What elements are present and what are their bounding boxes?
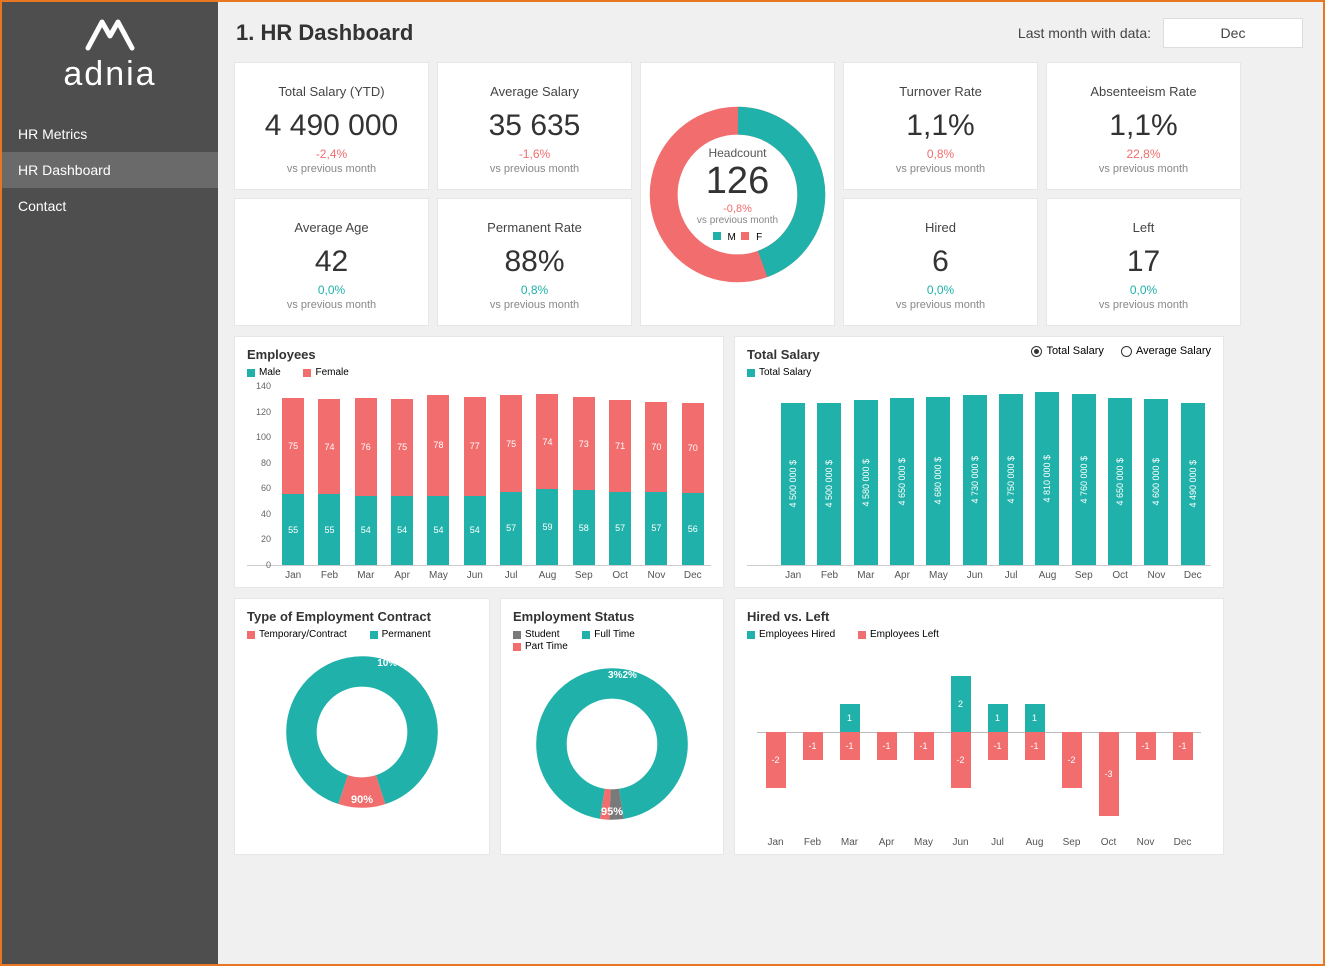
logo-icon	[80, 18, 140, 52]
hired-left-card: Hired vs. Left Employees Hired Employees…	[734, 598, 1224, 855]
hired-left-chart: -2-11-1-1-12-21-11-1-2-3-1-1 JanFebMarAp…	[747, 648, 1211, 848]
contract-legend: Temporary/Contract Permanent	[247, 630, 477, 642]
emp-status-card: Employment Status Student Full Time Part…	[500, 598, 724, 855]
salary-chart-card: Total Salary Total Salary Average Salary…	[734, 336, 1224, 588]
nav-list: HR MetricsHR DashboardContact	[2, 116, 218, 224]
employees-chart: 0204060801001201405575557454765475547854…	[247, 386, 711, 581]
kpi-avg-age: Average Age420,0%vs previous month	[234, 198, 429, 326]
app-frame: adnia HR MetricsHR DashboardContact 1. H…	[2, 2, 1323, 964]
salary-legend: Total Salary	[747, 368, 1211, 380]
employees-chart-title: Employees	[247, 347, 711, 362]
headcount-donut-card: Headcount 126 -0,8% vs previous month M …	[640, 62, 835, 326]
month-filter: Last month with data: Dec	[1018, 18, 1303, 48]
brand-logo: adnia	[2, 2, 218, 116]
brand-text: adnia	[2, 55, 218, 94]
emp-status-legend: Student Full Time Part Time	[513, 630, 711, 654]
hired-left-title: Hired vs. Left	[747, 609, 1211, 624]
kpi-absentee: Absenteeism Rate1,1%22,8%vs previous mon…	[1046, 62, 1241, 190]
kpi-hired: Hired60,0%vs previous month	[843, 198, 1038, 326]
kpi-avg-salary: Average Salary35 635-1,6%vs previous mon…	[437, 62, 632, 190]
radio-total-salary[interactable]: Total Salary	[1031, 345, 1103, 357]
radio-average-salary[interactable]: Average Salary	[1121, 345, 1211, 357]
salary-radio-group: Total Salary Average Salary	[1017, 345, 1211, 360]
contract-donut: 90% 10%	[282, 652, 442, 812]
salary-chart: 4 500 000 $4 500 000 $4 580 000 $4 650 0…	[747, 386, 1211, 581]
kpi-turnover: Turnover Rate1,1%0,8%vs previous month	[843, 62, 1038, 190]
sidebar-item-hr-metrics[interactable]: HR Metrics	[2, 116, 218, 152]
contract-type-card: Type of Employment Contract Temporary/Co…	[234, 598, 490, 855]
emp-status-donut: 95% 3%2%	[532, 664, 692, 824]
contract-type-title: Type of Employment Contract	[247, 609, 477, 624]
employees-legend: Male Female	[247, 368, 711, 380]
month-select[interactable]: Dec	[1163, 18, 1303, 48]
sidebar: adnia HR MetricsHR DashboardContact	[2, 2, 218, 964]
kpi-total-salary: Total Salary (YTD)4 490 000-2,4%vs previ…	[234, 62, 429, 190]
sidebar-item-hr-dashboard[interactable]: HR Dashboard	[2, 152, 218, 188]
kpi-perm-rate: Permanent Rate88%0,8%vs previous month	[437, 198, 632, 326]
month-filter-label: Last month with data:	[1018, 25, 1151, 41]
kpi-grid: Total Salary (YTD)4 490 000-2,4%vs previ…	[234, 62, 1305, 326]
employees-chart-card: Employees Male Female 020406080100120140…	[234, 336, 724, 588]
page-title: 1. HR Dashboard	[236, 20, 413, 46]
kpi-left: Left170,0%vs previous month	[1046, 198, 1241, 326]
emp-status-title: Employment Status	[513, 609, 711, 624]
hired-left-legend: Employees Hired Employees Left	[747, 630, 1211, 642]
page-header: 1. HR Dashboard Last month with data: De…	[234, 12, 1305, 62]
main-area: 1. HR Dashboard Last month with data: De…	[218, 2, 1323, 964]
sidebar-item-contact[interactable]: Contact	[2, 188, 218, 224]
